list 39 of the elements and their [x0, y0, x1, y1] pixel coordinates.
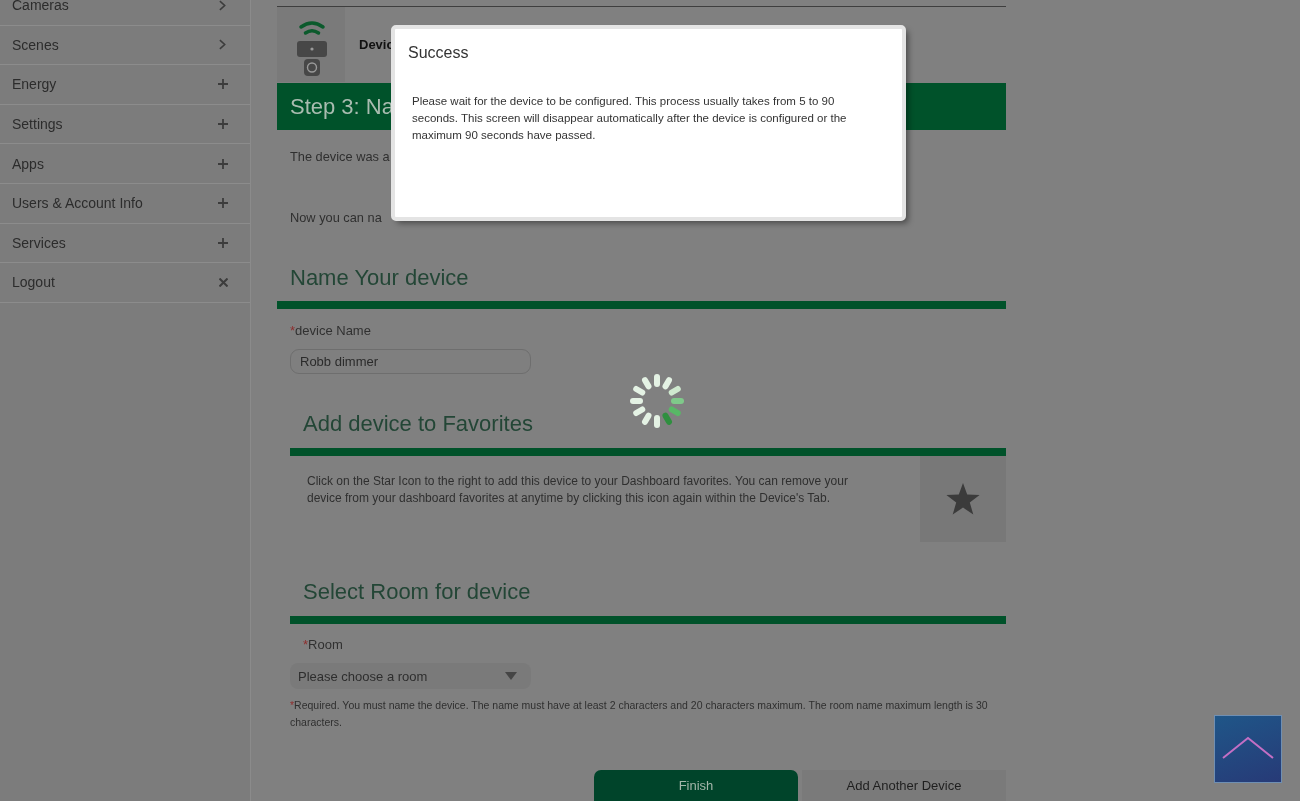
- sidebar-item[interactable]: Services: [0, 223, 250, 264]
- sidebar-item[interactable]: Users & Account Info: [0, 183, 250, 224]
- section-heading: Name Your device: [289, 264, 470, 292]
- chevron-right-icon: [219, 39, 226, 51]
- required-mark: *: [290, 323, 296, 338]
- intro-text: Now you can na: [290, 210, 382, 225]
- plus-icon: [218, 158, 228, 169]
- plus-icon: [218, 198, 228, 209]
- plus-icon: [218, 79, 228, 90]
- room-select[interactable]: Please choose a room: [290, 663, 531, 689]
- close-icon: [219, 277, 228, 287]
- add-device-button[interactable]: Add Another Device: [802, 770, 1006, 801]
- intro-text: The device was a: [290, 149, 390, 164]
- field-label: Room: [308, 637, 343, 652]
- sidebar-item[interactable]: Energy: [0, 65, 250, 105]
- sidebar-item[interactable]: Logout: [0, 263, 250, 303]
- chevron-up-icon: [1221, 736, 1275, 760]
- section-heading: Select Room for device: [302, 578, 532, 606]
- sidebar-item[interactable]: Cameras: [0, 0, 250, 26]
- chevron-right-icon: [219, 0, 226, 11]
- loading-spinner-icon: [629, 373, 685, 429]
- name-input[interactable]: Robb dimmer: [290, 349, 531, 374]
- sidebar-item[interactable]: Scenes: [0, 25, 250, 66]
- plus-icon: [218, 119, 228, 130]
- star-icon: [946, 483, 980, 515]
- sidebar-item[interactable]: Settings: [0, 104, 250, 145]
- dialog-title: Success: [407, 43, 470, 63]
- sidebar-item[interactable]: Apps: [0, 144, 250, 184]
- scroll-top-button[interactable]: [1214, 715, 1282, 783]
- required-mark: *: [303, 637, 309, 652]
- dialog-message: Please wait for the device to be configured. This process usually takes from 5 to 90 seconds. This screen will disappear automatically after the device is configured or the maximum 90 seconds have passed.: [412, 94, 848, 143]
- favorite-star-button[interactable]: [920, 456, 1006, 542]
- field-label: device Name: [295, 323, 371, 338]
- required-note: *Required. You must name the device. The name must have at least 2 characters and 20 characters maximum. The room name maximum length is 30 characters.: [290, 698, 989, 730]
- caret-icon: [505, 672, 517, 680]
- section-heading: Add device to Favorites: [302, 410, 534, 438]
- plus-icon: [218, 237, 228, 248]
- favorites-description: Click on the Star Icon to the right to add this device to your Dashboard favorites. You can remove your device from your dashboard favorites at anytime by clicking this icon again within the Device's Tab.: [306, 473, 849, 507]
- finish-button[interactable]: Finish: [594, 770, 798, 801]
